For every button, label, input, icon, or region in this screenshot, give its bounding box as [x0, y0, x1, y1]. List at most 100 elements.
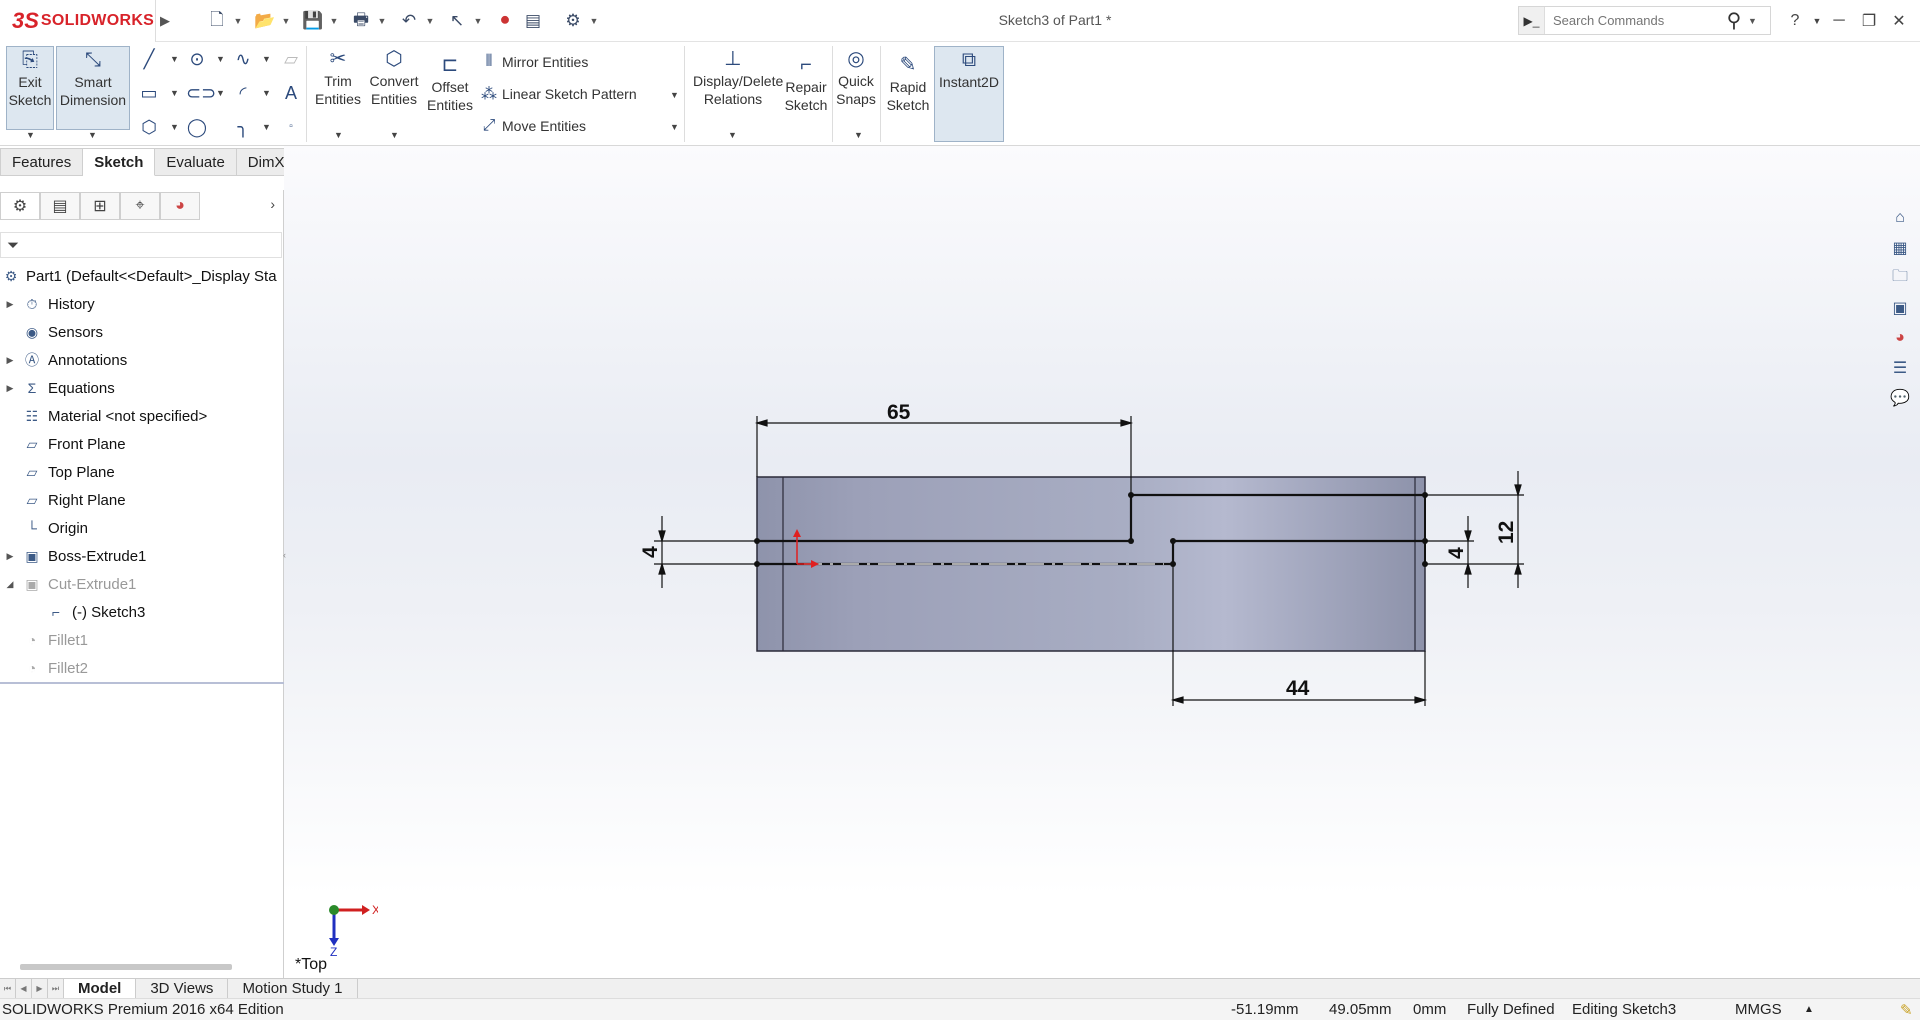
- last-tab-icon[interactable]: ⏭: [48, 979, 64, 998]
- horizontal-scrollbar[interactable]: [20, 964, 232, 970]
- feature-tree-tab-icon[interactable]: ⚙: [0, 192, 40, 220]
- dimension-left-4[interactable]: [654, 516, 757, 588]
- dimension-65-label[interactable]: 65: [887, 401, 911, 424]
- property-manager-tab-icon[interactable]: ▤: [40, 192, 80, 220]
- circle-dropdown-icon[interactable]: ▼: [216, 54, 225, 64]
- convert-entities-button[interactable]: ⬡ Convert Entities: [364, 46, 424, 130]
- expand-arrow-icon[interactable]: ▶: [0, 355, 20, 366]
- slot-icon[interactable]: ⊂⊃: [186, 82, 216, 104]
- display-delete-relations-button[interactable]: ⊥ Display/Delete Relations: [686, 46, 783, 130]
- bottom-tab-motion-study-1[interactable]: Motion Study 1: [228, 979, 358, 998]
- move-dropdown-icon[interactable]: ▼: [670, 122, 679, 132]
- tab-evaluate[interactable]: Evaluate: [155, 148, 237, 176]
- search-commands-box[interactable]: ▶_ ⚲ ▼: [1518, 6, 1771, 35]
- tree-item-annotations[interactable]: ▶ Ⓐ Annotations: [0, 346, 284, 374]
- quick-snaps-button[interactable]: ◎ Quick Snaps: [834, 46, 878, 130]
- tree-item-equations[interactable]: ▶ Σ Equations: [0, 374, 284, 402]
- slot-dropdown-icon[interactable]: ▼: [216, 88, 225, 98]
- circle-icon[interactable]: ⊙: [186, 48, 208, 70]
- expand-arrow-icon[interactable]: ▶: [0, 551, 20, 562]
- dimxpert-manager-tab-icon[interactable]: ⌖: [120, 192, 160, 220]
- configuration-manager-tab-icon[interactable]: ⊞: [80, 192, 120, 220]
- spline-dropdown-icon[interactable]: ▼: [262, 54, 271, 64]
- previous-tab-icon[interactable]: ◀: [16, 979, 32, 998]
- search-input[interactable]: [1545, 13, 1720, 28]
- fillet-dropdown-icon[interactable]: ▼: [262, 122, 271, 132]
- help-dropdown-icon[interactable]: ▼: [1810, 6, 1824, 36]
- point-icon[interactable]: ▫: [280, 116, 302, 138]
- arc-dropdown-icon[interactable]: ▼: [262, 88, 271, 98]
- ellipse-icon[interactable]: ◯: [186, 116, 208, 138]
- search-dropdown-icon[interactable]: ▼: [1748, 16, 1760, 26]
- move-entities-button[interactable]: ⤢ Move Entities: [476, 114, 586, 138]
- design-library-icon[interactable]: ▦: [1886, 236, 1914, 260]
- bottom-tab-model[interactable]: Model: [64, 979, 137, 998]
- tree-item-front-plane[interactable]: ▱ Front Plane: [0, 430, 284, 458]
- close-icon[interactable]: ✕: [1884, 6, 1914, 36]
- search-icon[interactable]: ⚲: [1720, 8, 1748, 33]
- tree-item-right-plane[interactable]: ▱ Right Plane: [0, 486, 284, 514]
- trim-dropdown-icon[interactable]: ▼: [334, 130, 343, 140]
- linear-pattern-dropdown-icon[interactable]: ▼: [670, 90, 679, 100]
- plane-icon[interactable]: ▱: [280, 48, 302, 70]
- relations-dropdown-icon[interactable]: ▼: [728, 130, 737, 140]
- appearances-icon[interactable]: ◕: [1886, 326, 1914, 350]
- arc-icon[interactable]: ◜: [232, 82, 254, 104]
- offset-entities-button[interactable]: ⊏ Offset Entities: [424, 52, 476, 132]
- dimension-12-label[interactable]: 12: [1495, 521, 1518, 544]
- line-dropdown-icon[interactable]: ▼: [170, 54, 179, 64]
- first-tab-icon[interactable]: ⏮: [0, 979, 16, 998]
- unit-system[interactable]: MMGS: [1735, 1001, 1782, 1018]
- graphics-area[interactable]: 65 44 4 4 12: [284, 146, 1920, 978]
- dimension-left-4-label[interactable]: 4: [639, 546, 662, 558]
- dimension-44-label[interactable]: 44: [1286, 677, 1310, 700]
- tree-item-sensors[interactable]: ◉ Sensors: [0, 318, 284, 346]
- tree-item-fillet1[interactable]: ◔ Fillet1: [0, 626, 284, 654]
- rapid-sketch-button[interactable]: ✎ Rapid Sketch: [884, 52, 932, 132]
- tree-item-origin[interactable]: └ Origin: [0, 514, 284, 542]
- rectangle-dropdown-icon[interactable]: ▼: [170, 88, 179, 98]
- expand-arrow-icon[interactable]: ▶: [0, 383, 20, 394]
- solidworks-resources-icon[interactable]: ⌂: [1886, 206, 1914, 230]
- mirror-entities-button[interactable]: ⫴ Mirror Entities: [476, 50, 589, 74]
- command-prompt-icon[interactable]: ▶_: [1519, 7, 1545, 34]
- smart-dimension-dropdown-icon[interactable]: ▼: [88, 130, 97, 140]
- spline-icon[interactable]: ∿: [232, 48, 254, 70]
- file-explorer-icon[interactable]: 🗀: [1886, 266, 1914, 290]
- forum-icon[interactable]: 💬: [1886, 386, 1914, 410]
- panel-splitter-handle[interactable]: ‹: [283, 540, 289, 570]
- repair-sketch-button[interactable]: ⌐ Repair Sketch: [782, 52, 830, 132]
- feature-tree-filter[interactable]: ⏷: [0, 232, 282, 258]
- convert-dropdown-icon[interactable]: ▼: [390, 130, 399, 140]
- smart-dimension-button[interactable]: ⤡ Smart Dimension: [56, 46, 130, 130]
- line-icon[interactable]: ╱: [138, 48, 160, 70]
- text-icon[interactable]: A: [280, 82, 302, 104]
- tree-item-sketch3[interactable]: ⌐ (-) Sketch3: [0, 598, 284, 626]
- trim-entities-button[interactable]: ✂ Trim Entities: [312, 46, 364, 130]
- tab-sketch[interactable]: Sketch: [83, 148, 156, 176]
- tree-item-fillet2[interactable]: ◔ Fillet2: [0, 654, 284, 682]
- polygon-icon[interactable]: ⬡: [138, 116, 160, 138]
- tree-item-top-plane[interactable]: ▱ Top Plane: [0, 458, 284, 486]
- expand-arrow-icon[interactable]: ◢: [0, 579, 20, 590]
- polygon-dropdown-icon[interactable]: ▼: [170, 122, 179, 132]
- next-tab-icon[interactable]: ▶: [32, 979, 48, 998]
- tab-features[interactable]: Features: [0, 148, 84, 176]
- bottom-tab-3d-views[interactable]: 3D Views: [136, 979, 229, 998]
- restore-icon[interactable]: ❐: [1854, 6, 1884, 36]
- unit-system-up-icon[interactable]: ▲: [1804, 1004, 1814, 1015]
- panel-expand-chevron-icon[interactable]: ›: [270, 196, 275, 212]
- linear-sketch-pattern-button[interactable]: ⁂ Linear Sketch Pattern: [476, 82, 637, 106]
- tree-item-material-not-specified[interactable]: ☷ Material <not specified>: [0, 402, 284, 430]
- rebuild-status-icon[interactable]: ✎: [1900, 1001, 1913, 1019]
- instant2d-button[interactable]: ⧉ Instant2D: [934, 46, 1004, 142]
- custom-properties-icon[interactable]: ☰: [1886, 356, 1914, 380]
- fillet-sketch-icon[interactable]: ╮: [232, 116, 254, 138]
- help-icon[interactable]: ?: [1780, 6, 1810, 36]
- tree-item-boss-extrude1[interactable]: ▶ ▣ Boss-Extrude1: [0, 542, 284, 570]
- rectangle-icon[interactable]: ▭: [138, 82, 160, 104]
- tree-root-part[interactable]: ⚙ Part1 (Default<<Default>_Display Sta: [0, 262, 284, 290]
- filter-funnel-icon[interactable]: ⏷: [7, 237, 19, 254]
- exit-sketch-dropdown-icon[interactable]: ▼: [26, 130, 35, 140]
- expand-arrow-icon[interactable]: ▶: [0, 299, 20, 310]
